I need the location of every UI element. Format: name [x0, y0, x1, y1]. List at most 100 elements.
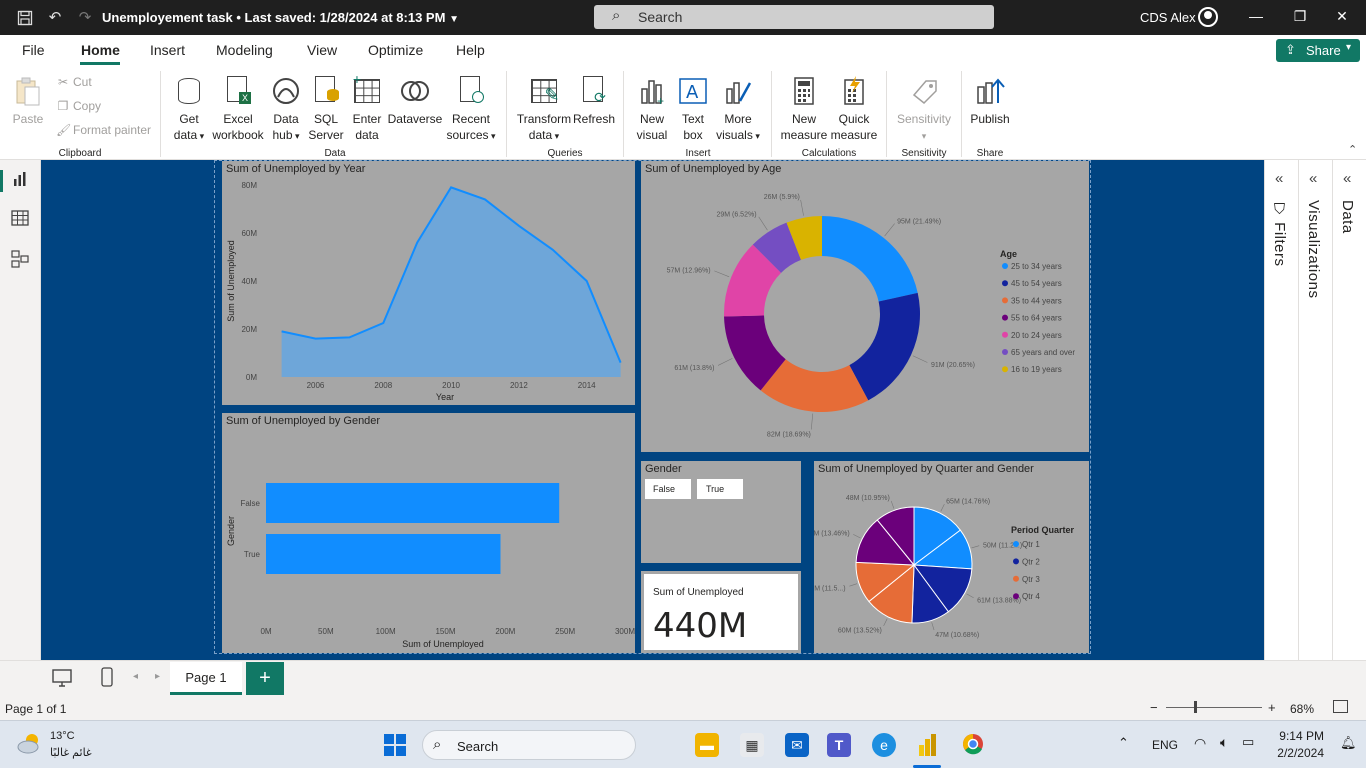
refresh-button[interactable]: ⟳ Refresh [573, 75, 615, 127]
clock-time[interactable]: 9:14 PM [1276, 729, 1324, 743]
paste-button[interactable]: Paste [8, 75, 48, 127]
visualizations-label[interactable]: Visualizations [1305, 200, 1322, 298]
pie-slice[interactable] [822, 216, 918, 302]
collapse-ribbon-icon[interactable]: ⌃ [1348, 143, 1357, 156]
page-tab-1[interactable]: Page 1 [170, 662, 242, 695]
data-hub-button[interactable]: Data hub ▾ [266, 75, 306, 144]
menu-file[interactable]: File [22, 42, 45, 58]
teams-icon[interactable]: T [827, 733, 851, 757]
cut-button[interactable]: ✂ Cut [56, 75, 92, 89]
search-input[interactable]: ⌕ Search [594, 5, 994, 29]
table-view-icon[interactable] [10, 210, 30, 230]
enter-data-button[interactable]: + Enter data [348, 72, 386, 143]
slicer-gender[interactable]: Gender False True [641, 461, 801, 563]
new-measure-button[interactable]: New measure [780, 75, 828, 143]
volume-icon[interactable]: 🔈︎ [1220, 734, 1228, 751]
expand-visualizations-icon[interactable]: « [1309, 170, 1317, 187]
new-visual-button[interactable]: + New visual [632, 75, 672, 143]
desktop-layout-icon[interactable] [52, 669, 72, 692]
file-explorer-icon[interactable]: ▬ [695, 733, 719, 757]
menu-optimize[interactable]: Optimize [368, 42, 423, 58]
data-hub-label-2: hub [272, 128, 293, 142]
notifications-icon[interactable]: 🔔︎ [1340, 735, 1357, 751]
menu-view[interactable]: View [307, 42, 337, 58]
weather-icon[interactable] [16, 731, 44, 758]
get-data-button[interactable]: Get data ▾ [168, 75, 210, 144]
next-page-icon[interactable]: ▸ [155, 671, 160, 682]
fit-to-page-icon[interactable] [1333, 700, 1348, 713]
store-icon[interactable]: ▦ [740, 733, 764, 757]
visual-unemployed-by-age[interactable]: Sum of Unemployed by Age 95M (21.49%) 91M… [641, 161, 1089, 452]
sql-server-button[interactable]: SQL Server [306, 75, 346, 143]
dataverse-button[interactable]: Dataverse [387, 75, 443, 127]
powerbi-icon[interactable] [916, 733, 940, 757]
slicer-option-false[interactable]: False [645, 479, 691, 499]
menu-help[interactable]: Help [456, 42, 485, 58]
prev-page-icon[interactable]: ◂ [133, 671, 138, 682]
card-sum-unemployed[interactable]: Sum of Unemployed 440M [641, 571, 801, 653]
expand-data-icon[interactable]: « [1343, 170, 1351, 187]
excel-workbook-button[interactable]: X Excel workbook [211, 75, 265, 143]
taskbar-search[interactable]: ⌕ Search [422, 730, 636, 760]
zoom-slider[interactable] [1166, 707, 1262, 708]
model-view-icon[interactable] [10, 250, 30, 270]
pie-slice[interactable] [849, 292, 920, 401]
quick-measure-button[interactable]: Quick measure [830, 75, 878, 143]
user-name[interactable]: CDS Alex [1140, 10, 1196, 25]
save-icon[interactable] [14, 7, 36, 29]
report-view-icon[interactable] [10, 171, 30, 191]
more-visuals-button[interactable]: More visuals ▾ [712, 75, 764, 144]
mobile-layout-icon[interactable] [100, 667, 114, 692]
restore-icon[interactable]: ❐ [1290, 8, 1310, 25]
legend-marker [1002, 349, 1008, 355]
close-icon[interactable]: ✕ [1332, 8, 1352, 25]
battery-icon[interactable]: ▭ [1242, 734, 1254, 750]
chevron-down-icon[interactable]: ▼ [449, 14, 459, 25]
bar[interactable] [266, 483, 560, 523]
avatar[interactable] [1198, 7, 1218, 27]
zoom-in-button[interactable]: + [1268, 700, 1276, 715]
expand-filters-icon[interactable]: « [1275, 170, 1283, 187]
add-page-button[interactable]: + [246, 662, 284, 695]
filters-pane[interactable]: « ⛉ Filters [1264, 160, 1298, 660]
mail-icon[interactable]: ✉ [785, 733, 809, 757]
group-label-clipboard: Clipboard [58, 148, 102, 159]
sensitivity-button[interactable]: Sensitivity ▾ [893, 75, 955, 144]
visual-unemployed-by-year[interactable]: Sum of Unemployed by Year 0M 20M 40M 60M 80M… [222, 161, 635, 405]
clock-date[interactable]: 2/2/2024 [1270, 746, 1324, 760]
windows-start-icon[interactable] [384, 734, 406, 759]
bar[interactable] [266, 534, 501, 574]
chrome-icon[interactable] [961, 733, 985, 757]
menu-modeling[interactable]: Modeling [216, 42, 273, 58]
menu-home[interactable]: Home [81, 42, 120, 58]
transform-data-button[interactable]: ✎ Transform data ▾ [515, 75, 573, 144]
minimize-icon[interactable]: — [1246, 8, 1266, 24]
text-box-button[interactable]: A Text box [674, 75, 712, 143]
data-pane[interactable]: « Data [1332, 160, 1366, 660]
menu-insert[interactable]: Insert [150, 42, 185, 58]
slicer-option-true[interactable]: True [697, 479, 743, 499]
format-painter-button[interactable]: 🖌 Format painter [56, 123, 151, 137]
redo-icon[interactable]: ↷ [74, 7, 96, 29]
wifi-icon[interactable]: ◠ [1194, 735, 1206, 752]
publish-label: Publish [970, 112, 1010, 126]
publish-button[interactable]: Publish [968, 75, 1012, 127]
undo-icon[interactable]: ↶ [44, 7, 66, 29]
copy-button[interactable]: ❐ Copy [56, 99, 101, 113]
show-hidden-icons[interactable]: ⌃ [1118, 735, 1129, 751]
visual-unemployed-by-quarter[interactable]: Sum of Unemployed by Quarter and Gender … [814, 461, 1089, 653]
share-button[interactable]: ⇪ Share ▾ [1276, 39, 1360, 62]
recent-sources-button[interactable]: Recent sources ▾ [445, 75, 497, 144]
edge-icon[interactable]: e [872, 733, 896, 757]
new-measure-label-1: New [791, 112, 816, 126]
zoom-slider-handle[interactable] [1194, 701, 1197, 713]
visualizations-pane[interactable]: « Visualizations [1298, 160, 1332, 660]
filters-label[interactable]: ⛉ Filters [1271, 202, 1288, 267]
data-label: 82M (18.69%) [767, 431, 811, 438]
leader-line [714, 270, 730, 278]
data-label[interactable]: Data [1339, 200, 1356, 234]
language-indicator[interactable]: ENG [1152, 738, 1178, 752]
zoom-out-button[interactable]: − [1150, 700, 1158, 715]
visual-unemployed-by-gender[interactable]: Sum of Unemployed by Gender False True 0M… [222, 413, 635, 653]
document-title[interactable]: Unemployement task • Last saved: 1/28/20… [102, 10, 459, 25]
